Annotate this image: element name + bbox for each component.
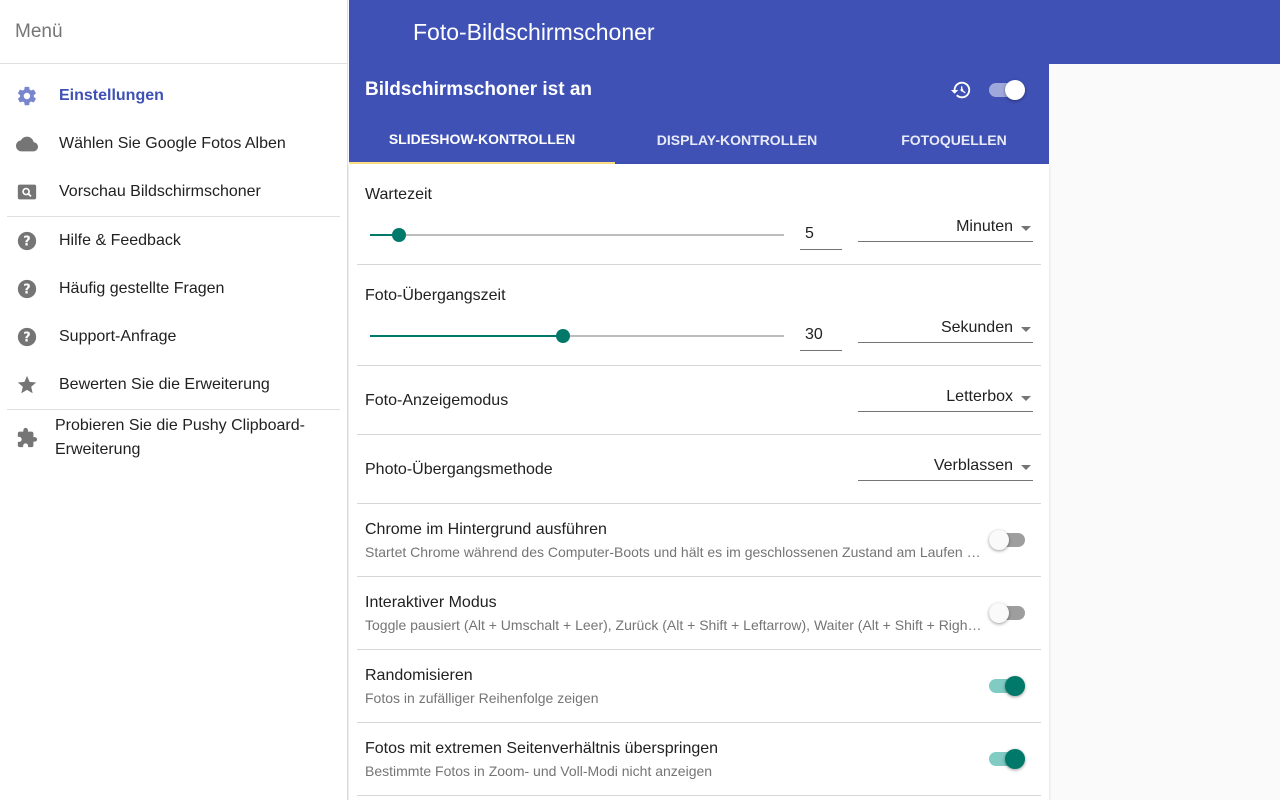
sidebar-item-label: Einstellungen	[59, 87, 164, 104]
sidebar-item-support[interactable]: ? Support-Anfrage	[0, 313, 347, 361]
sidebar-item-label: Bewerten Sie die Erweiterung	[59, 376, 270, 393]
tab-photo-sources[interactable]: FOTOQUELLEN	[859, 116, 1049, 164]
cloud-icon	[16, 133, 38, 155]
help-icon: ?	[16, 230, 38, 252]
restore-defaults-icon[interactable]	[949, 78, 973, 102]
transition-time-setting: Foto-Übergangszeit 30 Sekunden	[357, 265, 1041, 366]
transition-unit-dropdown[interactable]: Sekunden	[858, 317, 1033, 343]
sidebar-item-label: Support-Anfrage	[59, 328, 177, 345]
help-icon: ?	[16, 326, 38, 348]
dropdown-value: Minuten	[956, 218, 1013, 235]
transition-method-dropdown[interactable]: Verblassen	[858, 455, 1033, 481]
wait-time-setting: Wartezeit 5 Minuten	[357, 164, 1041, 265]
screensaver-status: Bildschirmschoner ist an	[365, 79, 593, 100]
gear-icon	[16, 85, 38, 107]
settings-panel: Wartezeit 5 Minuten Foto-Übergangszeit 3…	[349, 164, 1049, 800]
wait-time-input[interactable]: 5	[800, 224, 842, 250]
sidebar-item-label: Wählen Sie Google Fotos Alben	[59, 135, 286, 152]
interactive-mode-setting: Interaktiver Modus Toggle pausiert (Alt …	[357, 577, 1041, 650]
app-toolbar: Foto-Bildschirmschoner	[349, 0, 1280, 64]
puzzle-icon	[16, 427, 38, 449]
sidebar: Menü Einstellungen Wählen Sie Google Fot…	[0, 0, 348, 800]
sidebar-item-pushy[interactable]: Probieren Sie die Pushy Clipboard-Erweit…	[0, 410, 347, 466]
sidebar-item-label: Hilfe & Feedback	[59, 232, 181, 249]
display-mode-setting: Foto-Anzeigemodus Letterbox	[357, 366, 1041, 435]
tab-slideshow[interactable]: SLIDESHOW-KONTROLLEN	[349, 116, 615, 164]
preview-search-icon	[16, 181, 38, 203]
setting-label: Wartezeit	[365, 186, 432, 203]
skip-extreme-aspect-toggle[interactable]	[989, 749, 1025, 769]
slider-thumb[interactable]	[555, 329, 570, 343]
setting-description: Startet Chrome während des Computer-Boot…	[365, 544, 985, 560]
sidebar-item-preview[interactable]: Vorschau Bildschirmschoner	[0, 168, 347, 216]
dropdown-value: Letterbox	[946, 388, 1013, 405]
setting-label: Fotos mit extremen Seitenverhältnis über…	[365, 740, 719, 757]
svg-text:?: ?	[23, 331, 30, 346]
tab-display[interactable]: DISPLAY-KONTROLLEN	[615, 116, 859, 164]
help-icon: ?	[16, 278, 38, 300]
svg-text:?: ?	[23, 235, 30, 250]
sidebar-item-help[interactable]: ? Hilfe & Feedback	[0, 217, 347, 265]
wait-unit-dropdown[interactable]: Minuten	[858, 216, 1033, 242]
setting-label: Foto-Anzeigemodus	[365, 392, 509, 409]
randomize-setting: Randomisieren Fotos in zufälliger Reihen…	[357, 650, 1041, 723]
transition-time-input[interactable]: 30	[800, 325, 842, 351]
sidebar-item-faq[interactable]: ? Häufig gestellte Fragen	[0, 265, 347, 313]
sidebar-title: Menü	[0, 0, 347, 64]
skip-extreme-aspect-setting: Fotos mit extremen Seitenverhältnis über…	[357, 723, 1041, 796]
svg-text:?: ?	[23, 283, 30, 298]
dropdown-arrow-icon	[1021, 396, 1031, 401]
wait-time-slider[interactable]	[370, 228, 784, 242]
sidebar-item-label: Häufig gestellte Fragen	[59, 280, 225, 297]
tab-bar: SLIDESHOW-KONTROLLEN DISPLAY-KONTROLLEN …	[349, 116, 1049, 164]
randomize-toggle[interactable]	[989, 676, 1025, 696]
sidebar-item-label: Vorschau Bildschirmschoner	[59, 183, 261, 200]
dropdown-arrow-icon	[1021, 465, 1031, 470]
page-title: Foto-Bildschirmschoner	[413, 18, 655, 45]
sidebar-item-settings[interactable]: Einstellungen	[0, 72, 347, 120]
slider-thumb[interactable]	[391, 228, 406, 242]
dropdown-arrow-icon	[1021, 327, 1031, 332]
transition-time-slider[interactable]	[370, 329, 784, 343]
background-chrome-toggle[interactable]	[989, 530, 1025, 550]
dropdown-value: Verblassen	[933, 457, 1013, 474]
menu-list: Einstellungen Wählen Sie Google Fotos Al…	[0, 64, 347, 466]
screensaver-enable-toggle[interactable]	[989, 80, 1025, 100]
dropdown-arrow-icon	[1021, 226, 1031, 231]
slider-fill	[370, 335, 563, 337]
setting-description: Bestimmte Fotos in Zoom- und Voll-Modi n…	[365, 763, 713, 779]
display-mode-dropdown[interactable]: Letterbox	[858, 386, 1033, 412]
star-icon	[16, 374, 38, 396]
transition-method-setting: Photo-Übergangsmethode Verblassen	[357, 435, 1041, 504]
interactive-mode-toggle[interactable]	[989, 603, 1025, 623]
background-chrome-setting: Chrome im Hintergrund ausführen Startet …	[357, 504, 1041, 577]
setting-label: Photo-Übergangsmethode	[365, 461, 553, 478]
sidebar-item-rate[interactable]: Bewerten Sie die Erweiterung	[0, 361, 347, 409]
sidebar-item-google-photos[interactable]: Wählen Sie Google Fotos Alben	[0, 120, 347, 168]
dropdown-value: Sekunden	[940, 319, 1013, 336]
setting-label: Interaktiver Modus	[365, 594, 497, 611]
setting-description: Fotos in zufälliger Reihenfolge zeigen	[365, 690, 599, 706]
setting-label: Foto-Übergangszeit	[365, 287, 506, 304]
card-header: Bildschirmschoner ist an SLIDESHOW-KONTR…	[349, 64, 1049, 164]
sidebar-item-label: Probieren Sie die Pushy Clipboard-Erweit…	[55, 417, 305, 458]
setting-label: Chrome im Hintergrund ausführen	[365, 521, 607, 538]
setting-label: Randomisieren	[365, 667, 473, 684]
setting-description: Toggle pausiert (Alt + Umschalt + Leer),…	[365, 617, 985, 633]
